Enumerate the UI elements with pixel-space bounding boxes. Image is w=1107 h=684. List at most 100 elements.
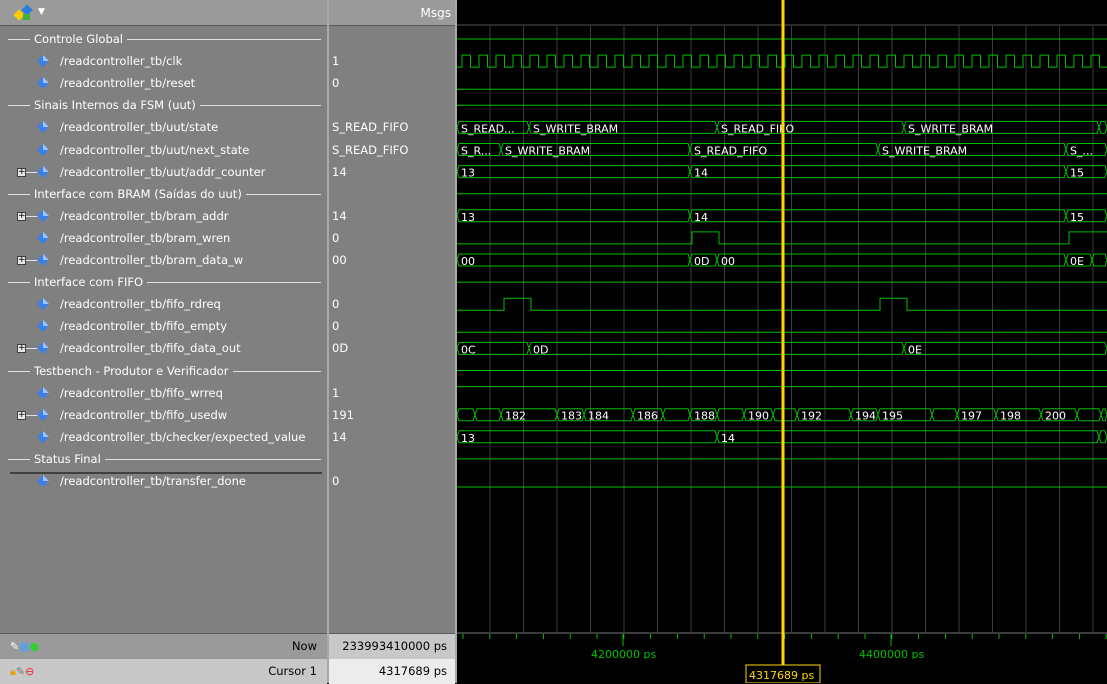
signal-diamond-icon xyxy=(37,475,49,487)
fifo-usedw-label: 184 xyxy=(588,410,609,423)
signal-diamond-icon xyxy=(37,77,49,90)
now-value: 233993410000 ps xyxy=(342,639,447,653)
cursor-toolbar-icons[interactable]: 🔒︎✎⊖ xyxy=(10,665,34,679)
group-divider[interactable]: Interface com FIFO xyxy=(8,271,321,293)
signal-name: /readcontroller_tb/fifo_empty xyxy=(60,319,228,334)
fifo-usedw-label: 188 xyxy=(694,410,715,423)
next-state-label: S_R... xyxy=(461,145,491,158)
fifo-usedw-label: 186 xyxy=(637,410,658,423)
bram-addr-label: 13 xyxy=(461,211,475,224)
fifo-usedw-label: 197 xyxy=(961,410,982,423)
signal-diamond-icon xyxy=(37,386,49,399)
group-label: Interface com BRAM (Saídas do uut) xyxy=(30,186,246,201)
signal-row[interactable]: /readcontroller_tb/reset xyxy=(0,72,327,94)
signal-row[interactable]: + /readcontroller_tb/bram_addr xyxy=(0,205,327,227)
signal-value-row[interactable]: 0 xyxy=(329,470,455,492)
group-divider[interactable]: Testbench - Produtor e Verificador xyxy=(8,360,321,382)
signal-row[interactable]: + /readcontroller_tb/bram_data_w xyxy=(0,249,327,271)
bram-data-w-label: 00 xyxy=(721,255,735,268)
fifo-data-out-label: 0E xyxy=(908,343,922,356)
cursor-value: 4317689 ps xyxy=(378,664,447,678)
waveform-pane[interactable]: S_READ... S_WRITE_BRAM S_READ_FIFO S_WRITE_… xyxy=(457,0,1107,683)
signal-row[interactable]: /readcontroller_tb/uut/state xyxy=(0,116,327,138)
signal-value-row[interactable]: 191 xyxy=(329,404,455,426)
signal-value: 0 xyxy=(332,474,340,488)
signal-value: 0 xyxy=(332,319,340,334)
signal-row[interactable]: + /readcontroller_tb/fifo_data_out xyxy=(0,337,327,359)
signal-diamond-icon xyxy=(37,121,49,134)
group-label: Status Final xyxy=(30,451,105,466)
signal-value-row[interactable]: 0 xyxy=(329,315,455,337)
signal-value: 14 xyxy=(332,429,347,444)
signal-value: 00 xyxy=(332,253,347,267)
fifo-usedw-segment xyxy=(1100,408,1107,422)
fifo-usedw-segment xyxy=(1076,408,1102,422)
signal-value-row[interactable]: 14 xyxy=(329,426,455,448)
signal-value-row[interactable]: 0D xyxy=(329,337,455,359)
bram-addr-segment xyxy=(457,209,691,223)
expand-plus-icon[interactable]: + xyxy=(17,256,26,265)
bram-data-w-label: 0D xyxy=(694,255,709,268)
cursor-label: Cursor 1 xyxy=(268,664,317,678)
signal-row[interactable]: /readcontroller_tb/fifo_empty xyxy=(0,315,327,337)
signal-diamond-icon xyxy=(37,143,49,156)
wave-toolbar-icon[interactable] xyxy=(14,4,36,22)
signal-name: /readcontroller_tb/fifo_wrreq xyxy=(60,385,223,400)
signal-row[interactable]: + /readcontroller_tb/uut/addr_counter xyxy=(0,161,327,183)
expand-plus-icon[interactable]: + xyxy=(17,211,26,221)
fifo-usedw-segment xyxy=(772,408,798,422)
signal-value-row[interactable]: 14 xyxy=(329,205,455,227)
signal-row[interactable]: /readcontroller_tb/clk xyxy=(0,50,327,72)
signal-value-row[interactable]: S_READ_FIFO xyxy=(329,139,455,161)
values-header: Msgs xyxy=(329,0,455,26)
signal-value-row[interactable]: 0 xyxy=(329,227,455,249)
signal-name: /readcontroller_tb/fifo_rdreq xyxy=(60,297,221,312)
state-label: S_WRITE_BRAM xyxy=(908,122,993,135)
signal-value-row[interactable]: 0 xyxy=(329,72,455,94)
expand-plus-icon[interactable]: + xyxy=(17,167,26,177)
signal-value: S_READ_FIFO xyxy=(332,142,409,157)
signal-row[interactable]: /readcontroller_tb/bram_wren xyxy=(0,227,327,249)
signal-name: /readcontroller_tb/checker/expected_valu… xyxy=(60,429,306,444)
signal-row[interactable]: /readcontroller_tb/checker/expected_valu… xyxy=(0,426,327,448)
chevron-down-icon[interactable]: ▼ xyxy=(38,7,45,17)
signal-diamond-icon xyxy=(37,55,49,68)
signal-diamond-icon xyxy=(37,231,49,244)
signal-value: 1 xyxy=(332,54,340,69)
signal-value: 0D xyxy=(332,341,349,356)
signal-value-row[interactable]: S_READ_FIFO xyxy=(329,116,455,138)
waveform-canvas[interactable]: S_READ... S_WRITE_BRAM S_READ_FIFO S_WRITE_… xyxy=(457,0,1107,683)
signal-diamond-icon xyxy=(37,165,49,178)
expand-plus-icon[interactable]: + xyxy=(17,344,26,354)
signal-value: 14 xyxy=(332,208,347,223)
signal-value-row[interactable]: 1 xyxy=(329,50,455,72)
signal-row[interactable]: /readcontroller_tb/uut/next_state xyxy=(0,139,327,161)
fifo-usedw-label: 183 xyxy=(561,410,582,423)
fifo-usedw-label: 192 xyxy=(801,410,822,423)
cursor-value-cell: 4317689 ps xyxy=(329,659,455,684)
addr-counter-label: 14 xyxy=(694,167,708,180)
expand-plus-icon[interactable]: + xyxy=(17,410,26,420)
addr-counter-label: 15 xyxy=(1070,167,1084,180)
signal-value-row[interactable]: 0 xyxy=(329,293,455,315)
now-toolbar-icons[interactable]: ✎▦● xyxy=(10,640,39,653)
fifo-usedw-segment xyxy=(457,408,476,422)
bram-data-w-label: 0E xyxy=(1070,255,1084,268)
signal-row[interactable]: /readcontroller_tb/fifo_rdreq xyxy=(0,293,327,315)
group-divider[interactable]: Controle Global xyxy=(8,28,321,50)
expected-value-label: 13 xyxy=(461,432,475,445)
group-divider[interactable]: Interface com BRAM (Saídas do uut) xyxy=(8,183,321,205)
signal-value-row[interactable]: 1 xyxy=(329,382,455,404)
bram-data-w-label: 00 xyxy=(461,255,475,268)
state-label: S_WRITE_BRAM xyxy=(533,122,618,135)
signal-row[interactable]: + /readcontroller_tb/fifo_usedw xyxy=(0,404,327,426)
group-label: Interface com FIFO xyxy=(30,275,148,290)
end-of-list-marker xyxy=(10,472,322,474)
group-divider[interactable]: Sinais Internos da FSM (uut) xyxy=(8,94,321,116)
signal-value-row[interactable]: 00 xyxy=(329,249,455,271)
next-state-label: S_... xyxy=(1070,145,1093,158)
signal-row[interactable]: /readcontroller_tb/fifo_wrreq xyxy=(0,382,327,404)
signal-value-row[interactable]: 14 xyxy=(329,161,455,183)
signal-value: 0 xyxy=(332,297,340,312)
group-divider[interactable]: Status Final xyxy=(8,448,321,470)
